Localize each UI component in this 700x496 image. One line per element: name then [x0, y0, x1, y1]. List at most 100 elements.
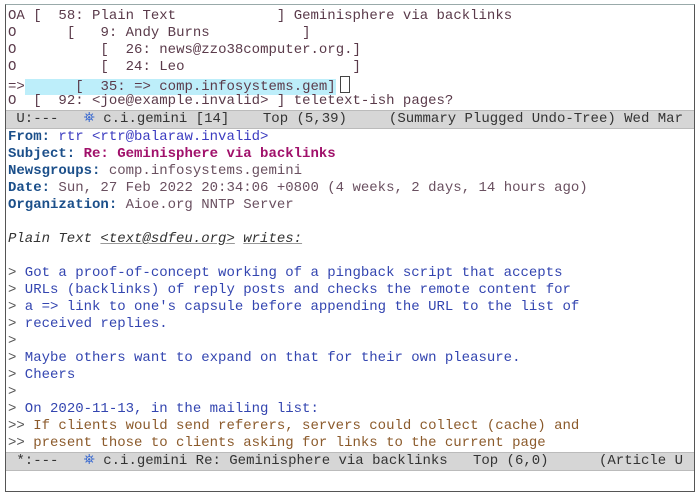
thread-mark: OA	[8, 8, 25, 24]
header-value: Re: Geminisphere via backlinks	[83, 146, 336, 162]
quote-text: present those to clients asking for link…	[24, 435, 546, 451]
quote-text: Cheers	[16, 367, 76, 383]
indent: [	[24, 25, 101, 41]
summary-entry: [ 92: <joe@example.invalid> ]	[24, 93, 294, 109]
summary-entry: [ 26: news@zzo38computer.org.]	[24, 42, 361, 58]
summary-line[interactable]: O [ 24: Leo ]	[6, 59, 694, 76]
summary-entry: [ 58: Plain Text ]	[24, 8, 294, 24]
article-headers: From: rtr <rtr@balaraw.invalid> Subject: …	[6, 129, 694, 214]
header-key: Date:	[8, 180, 51, 196]
header-value: comp.infosystems.gemini	[108, 163, 303, 179]
quote-text: a => link to one's capsule before append…	[16, 299, 580, 315]
summary-line[interactable]: => [ 35: => comp.infosystems.gem]	[6, 76, 694, 95]
summary-entry: [ 24: Leo ]	[24, 59, 361, 75]
quote-marker: >	[8, 333, 17, 349]
summary-line[interactable]: O [ 26: news@zzo38computer.org.]	[6, 42, 694, 59]
header-line: Organization: Aioe.org NNTP Server	[6, 197, 694, 214]
article-number: 26	[125, 42, 143, 58]
article-number: 92	[58, 93, 76, 109]
header-key: Newsgroups:	[8, 163, 101, 179]
quote-text: received replies.	[16, 316, 168, 332]
cursor	[339, 76, 350, 93]
quoted-line: >	[6, 333, 694, 350]
bracket-close: ]	[352, 42, 361, 58]
header-value: Sun, 27 Feb 2022 20:34:06 +0800 (4 weeks…	[58, 180, 588, 196]
header-line: Subject: Re: Geminisphere via backlinks	[6, 146, 694, 163]
article-author: Leo	[159, 59, 353, 75]
header-line: Date: Sun, 27 Feb 2022 20:34:06 +0800 (4…	[6, 180, 694, 197]
modeline-modes: (Article U	[598, 453, 683, 469]
quoted-line: >> present those to clients asking for l…	[6, 435, 694, 452]
quoted-line: >	[6, 384, 694, 401]
summary-line[interactable]: OA [ 58: Plain Text ] Geminisphere via b…	[6, 8, 694, 25]
bracket-close: ]	[276, 8, 294, 24]
citation-line: Plain Text <text@sdfeu.org> writes:	[6, 231, 694, 248]
citation-email[interactable]: <text@sdfeu.org>	[100, 231, 234, 247]
header-key: Subject:	[8, 146, 76, 162]
thread-mark: O	[8, 93, 25, 109]
header-key: Organization:	[8, 197, 118, 213]
quoted-line: >> If clients would send referers, serve…	[6, 418, 694, 435]
modeline-group: c.i.gemini [14]	[103, 111, 230, 127]
summary-line[interactable]: O [ 9: Andy Burns ]	[6, 25, 694, 42]
quote-text: Maybe others want to expand on that for …	[16, 350, 521, 366]
quote-text: On 2020-11-13, in the mailing list:	[16, 401, 319, 417]
summary-entry: [ 9: Andy Burns ]	[24, 25, 311, 41]
header-value: Aioe.org NNTP Server	[125, 197, 294, 213]
quote-text: URLs (backlinks) of reply posts and chec…	[16, 282, 571, 298]
modeline-subject: Re: Geminisphere via backlinks	[195, 453, 448, 469]
bracket-close: ]	[352, 59, 361, 75]
bracket-close: ]	[302, 25, 311, 41]
quoted-line: > Maybe others want to expand on that fo…	[6, 350, 694, 367]
summary-line[interactable]: O [ 92: <joe@example.invalid> ] teletext…	[6, 93, 694, 110]
quoted-line: > URLs (backlinks) of reply posts and ch…	[6, 282, 694, 299]
quote-marker: >>	[8, 418, 25, 434]
article-author: Plain Text	[92, 8, 277, 24]
modeline-position: Top (5,39)	[262, 111, 347, 127]
indent: [	[24, 59, 126, 75]
thread-mark: O	[8, 25, 25, 41]
quote-text: If clients would send referers, servers …	[24, 418, 580, 434]
modeline-status: *:---	[16, 453, 59, 469]
article-number: 58	[58, 8, 76, 24]
article-subject: teletext-ish pages?	[293, 93, 454, 109]
citation-writes: writes:	[243, 231, 303, 247]
article-author: Andy Burns	[125, 25, 303, 41]
article-number: 9	[100, 25, 109, 41]
article-author: news@zzo38computer.org.	[159, 42, 353, 58]
header-line: From: rtr <rtr@balaraw.invalid>	[6, 129, 694, 146]
modeline-group: c.i.gemini	[103, 453, 188, 469]
thread-mark: O	[8, 42, 25, 58]
citation-name: Plain Text	[8, 231, 93, 247]
emacs-frame: OA [ 58: Plain Text ] Geminisphere via b…	[5, 4, 695, 492]
thread-mark: O	[8, 59, 25, 75]
quoted-line: > Got a proof-of-concept working of a pi…	[6, 265, 694, 282]
indent: [	[24, 8, 59, 24]
article-number: 24	[125, 59, 143, 75]
quote-text: Got a proof-of-concept working of a ping…	[16, 265, 563, 281]
modeline-modes: (Summary Plugged Undo-Tree) Wed Mar	[388, 111, 683, 127]
indent: [	[24, 42, 126, 58]
quoted-line: > On 2020-11-13, in the mailing list:	[6, 401, 694, 418]
quoted-line: > a => link to one's capsule before appe…	[6, 299, 694, 316]
indent: [	[24, 93, 59, 109]
modeline-position: Top (6,0)	[472, 453, 549, 469]
article-subject: Geminisphere via backlinks	[293, 8, 513, 24]
modeline-status: U:---	[16, 111, 59, 127]
header-key: From:	[8, 129, 51, 145]
quoted-line: > Cheers	[6, 367, 694, 384]
summary-modeline: U:--- ⛯ c.i.gemini [14] Top (5,39) (Summ…	[6, 110, 694, 129]
gnus-icon: ⛯	[83, 111, 95, 127]
bracket-close: ]	[276, 93, 294, 109]
header-value: rtr <rtr@balaraw.invalid>	[58, 129, 269, 145]
summary-buffer[interactable]: OA [ 58: Plain Text ] Geminisphere via b…	[6, 8, 694, 110]
quoted-line: > received replies.	[6, 316, 694, 333]
header-line: Newsgroups: comp.infosystems.gemini	[6, 163, 694, 180]
article-author: <joe@example.invalid>	[92, 93, 277, 109]
quote-marker: >	[8, 384, 17, 400]
quote-marker: >>	[8, 435, 25, 451]
gnus-icon: ⛯	[83, 453, 95, 469]
article-modeline: *:--- ⛯ c.i.gemini Re: Geminisphere via …	[6, 452, 694, 471]
